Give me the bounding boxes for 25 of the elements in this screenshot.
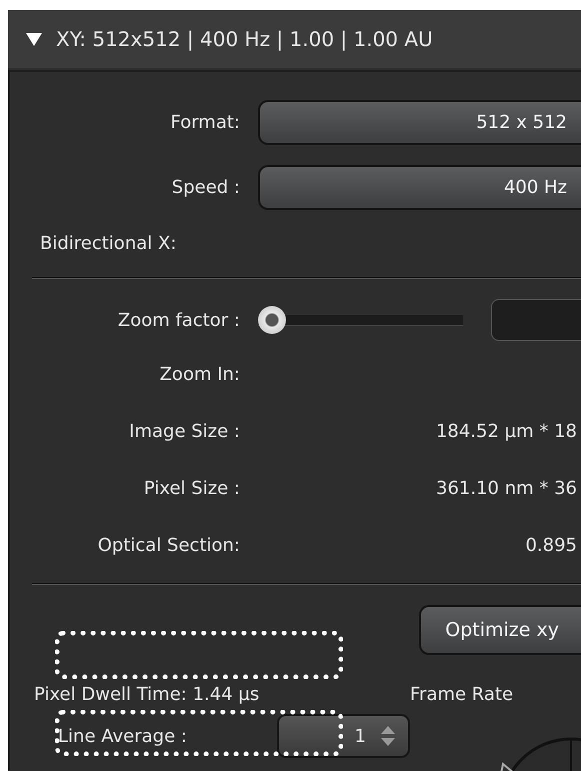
field-label: Format: — [170, 111, 240, 135]
field-value: 0.895 — [524, 534, 578, 558]
dropdown-button[interactable]: 400 Hz — [258, 165, 581, 210]
section-header[interactable]: XY: 512x512 | 400 Hz | 1.00 | 1.00 AU — [8, 10, 581, 68]
dropdown-button[interactable]: 512 x 512 — [258, 100, 581, 145]
section-title: XY: 512x512 | 400 Hz | 1.00 | 1.00 AU — [56, 26, 433, 53]
field-value: 361.10 nm * 36 — [435, 477, 578, 501]
field-label: Image Size : — [128, 420, 240, 444]
zoom-value-field[interactable] — [491, 299, 581, 341]
field-value: 184.52 µm * 18 — [434, 420, 578, 444]
field-label: Pixel Size : — [142, 477, 240, 501]
field-label: Zoom factor : — [116, 308, 240, 332]
field-label: Optical Section: — [96, 534, 240, 558]
slider-thumb[interactable] — [258, 306, 286, 334]
spinner-value: 1 — [354, 724, 366, 748]
frame-rate-label: Frame Rate — [410, 683, 514, 707]
line-average-spinner[interactable]: 1 — [277, 714, 410, 758]
line-average-label: Line Average : — [57, 724, 188, 748]
dwell-time-text: Pixel Dwell Time: 1.44 µs — [33, 683, 260, 707]
field-label: Bidirectional X: — [39, 232, 176, 256]
field-label: Zoom In: — [158, 363, 240, 387]
optimize-button[interactable]: Optimize xy — [419, 605, 581, 655]
up-down-arrows-icon[interactable] — [380, 725, 396, 747]
field-label: Speed : — [170, 176, 240, 200]
collapse-triangle-icon[interactable] — [26, 32, 42, 46]
